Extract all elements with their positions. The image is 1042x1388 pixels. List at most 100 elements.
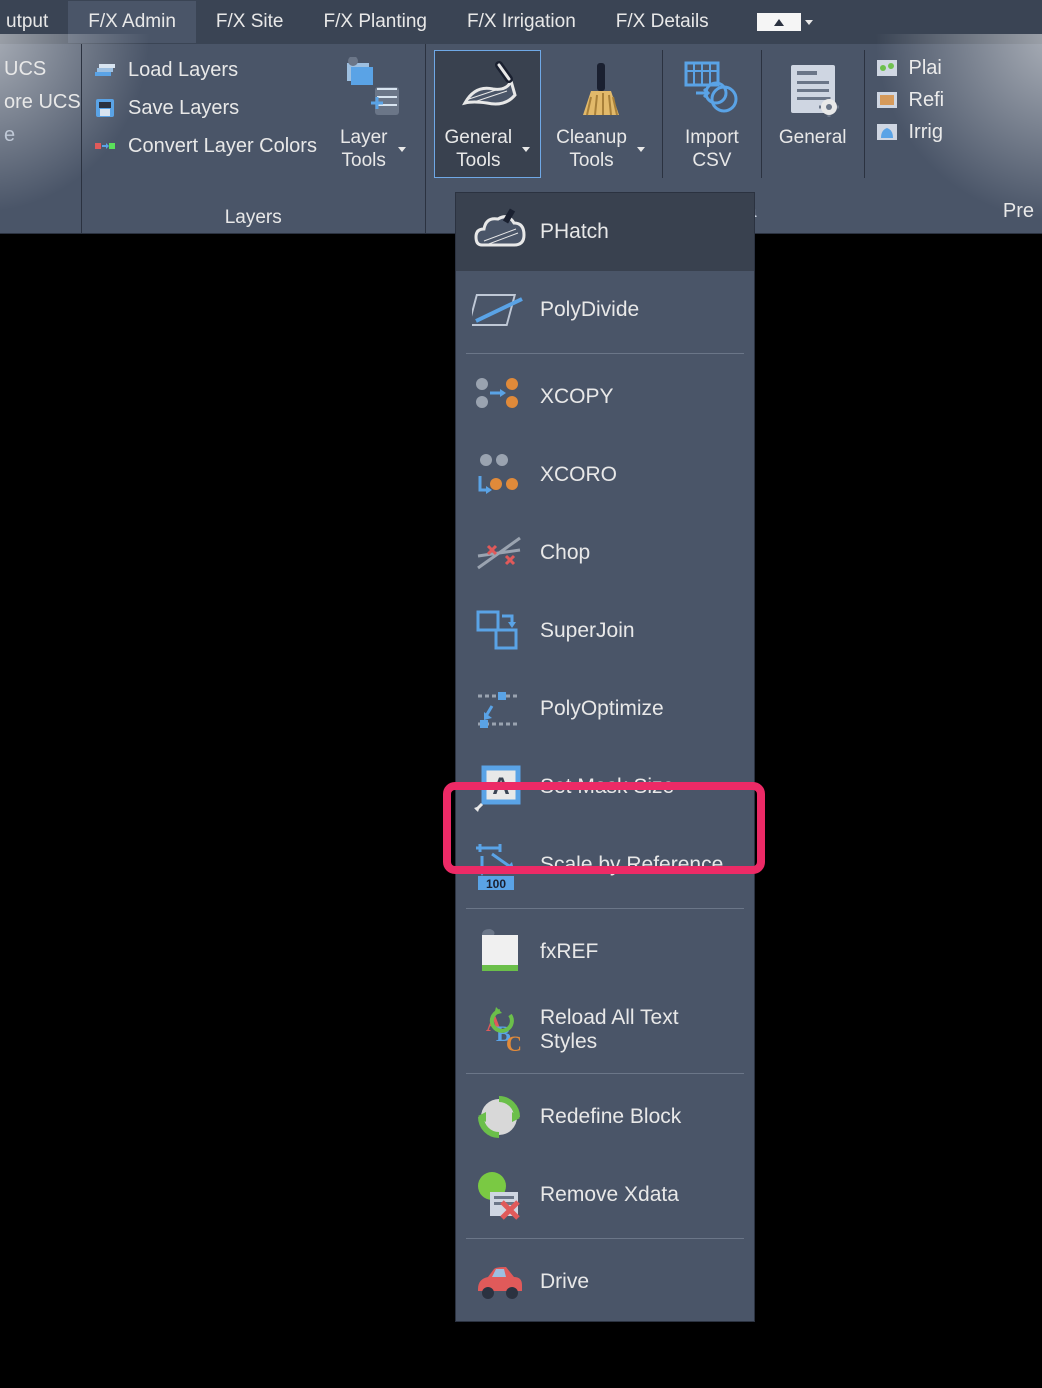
- menu-redefine-block-label: Redefine Block: [540, 1105, 681, 1129]
- menu-polydivide-label: PolyDivide: [540, 298, 639, 322]
- save-layers-icon: [92, 96, 118, 120]
- ref-label: Refi: [909, 89, 945, 112]
- redefine-block-icon: [472, 1090, 526, 1144]
- expand-pill[interactable]: [757, 13, 801, 31]
- general-button[interactable]: General: [768, 50, 858, 178]
- load-layers-label: Load Layers: [128, 59, 238, 82]
- import-csv-button[interactable]: ImportCSV: [669, 50, 755, 178]
- menu-xcopy-label: XCOPY: [540, 385, 614, 409]
- tab-fx-planting[interactable]: F/X Planting: [304, 1, 448, 43]
- menu-separator: [466, 353, 744, 354]
- chevron-down-icon: [637, 147, 645, 152]
- superjoin-icon: [472, 604, 526, 658]
- tab-fx-admin[interactable]: F/X Admin: [68, 1, 196, 43]
- fxref-icon: [472, 925, 526, 979]
- irrig-preset-button[interactable]: Irrig: [873, 120, 945, 144]
- menu-polyoptimize-label: PolyOptimize: [540, 697, 664, 721]
- menu-scale-by-reference-label: Scale by Reference: [540, 853, 723, 877]
- car-icon: [472, 1255, 526, 1309]
- tab-fx-site[interactable]: F/X Site: [196, 1, 304, 43]
- general-tools-icon: [455, 57, 519, 121]
- general-tools-line2: Tools: [456, 150, 500, 173]
- menu-reload-text-styles[interactable]: ABC Reload All Text Styles: [456, 991, 754, 1069]
- plan-icon: [873, 56, 901, 80]
- ucs-panel: UCS ore UCS e: [0, 44, 82, 233]
- ucs-item[interactable]: UCS: [4, 58, 73, 81]
- tab-fx-details[interactable]: F/X Details: [596, 1, 729, 43]
- svg-text:A: A: [492, 773, 509, 800]
- general-tools-line1: General: [445, 127, 513, 150]
- menu-set-mask-size-label: Set Mask Size: [540, 775, 674, 799]
- mask-icon: A: [472, 760, 526, 814]
- menu-polydivide[interactable]: PolyDivide: [456, 271, 754, 349]
- save-layers-button[interactable]: Save Layers: [92, 96, 317, 120]
- ref-preset-button[interactable]: Refi: [873, 88, 945, 112]
- ref-icon: [873, 88, 901, 112]
- svg-text:100: 100: [486, 877, 506, 891]
- menu-xcopy[interactable]: XCOPY: [456, 358, 754, 436]
- menu-fxref-label: fxREF: [540, 940, 598, 964]
- tab-strip: utput F/X Admin F/X Site F/X Planting F/…: [0, 0, 1042, 44]
- svg-text:C: C: [506, 1031, 522, 1056]
- import-csv-icon: [680, 57, 744, 121]
- reload-text-icon: ABC: [472, 1003, 526, 1057]
- import-csv-line2: CSV: [692, 150, 731, 173]
- menu-chop[interactable]: Chop: [456, 514, 754, 592]
- presets-panel-title: Pre: [1003, 200, 1034, 223]
- menu-scale-by-reference[interactable]: 100 Scale by Reference: [456, 826, 754, 904]
- layers-panel-title: Layers: [90, 201, 417, 229]
- load-layers-icon: [92, 58, 118, 82]
- menu-reload-text-styles-label: Reload All Text Styles: [540, 1006, 738, 1054]
- presets-panel: Plai Refi Irrig: [871, 50, 947, 178]
- menu-chop-label: Chop: [540, 541, 590, 565]
- plan-preset-button[interactable]: Plai: [873, 56, 945, 80]
- save-layers-label: Save Layers: [128, 97, 239, 120]
- chop-icon: [472, 526, 526, 580]
- menu-xcoro[interactable]: XCORO: [456, 436, 754, 514]
- scale-icon: 100: [472, 838, 526, 892]
- cleanup-tools-button[interactable]: CleanupTools: [545, 50, 656, 178]
- cleanup-tools-line2: Tools: [569, 150, 613, 173]
- general-tools-button[interactable]: GeneralTools: [434, 50, 542, 178]
- menu-phatch[interactable]: PHatch: [456, 193, 754, 271]
- menu-xcoro-label: XCORO: [540, 463, 617, 487]
- menu-separator: [466, 908, 744, 909]
- load-layers-button[interactable]: Load Layers: [92, 58, 317, 82]
- layer-tools-button[interactable]: LayerTools: [329, 50, 417, 178]
- tab-fx-irrigation[interactable]: F/X Irrigation: [447, 1, 596, 43]
- chevron-down-icon[interactable]: [805, 20, 813, 25]
- restore-ucs-item[interactable]: ore UCS: [4, 91, 73, 114]
- chevron-down-icon: [522, 147, 530, 152]
- menu-drive[interactable]: Drive: [456, 1243, 754, 1321]
- menu-remove-xdata[interactable]: Remove Xdata: [456, 1156, 754, 1234]
- irrig-icon: [873, 120, 901, 144]
- xcoro-icon: [472, 448, 526, 502]
- polyoptimize-icon: [472, 682, 526, 736]
- cleanup-tools-line1: Cleanup: [556, 127, 627, 150]
- menu-superjoin[interactable]: SuperJoin: [456, 592, 754, 670]
- cloud-icon: [472, 205, 526, 259]
- menu-fxref[interactable]: fxREF: [456, 913, 754, 991]
- plan-label: Plai: [909, 57, 942, 80]
- xcopy-icon: [472, 370, 526, 424]
- layer-tools-line1: Layer: [340, 127, 388, 150]
- menu-set-mask-size[interactable]: A Set Mask Size: [456, 748, 754, 826]
- menu-redefine-block[interactable]: Redefine Block: [456, 1078, 754, 1156]
- general-icon: [781, 57, 845, 121]
- cleanup-tools-icon: [569, 57, 633, 121]
- menu-polyoptimize[interactable]: PolyOptimize: [456, 670, 754, 748]
- menu-phatch-label: PHatch: [540, 220, 609, 244]
- irrig-label: Irrig: [909, 121, 943, 144]
- menu-separator: [466, 1238, 744, 1239]
- tab-output[interactable]: utput: [0, 1, 68, 43]
- ucs-unknown-item[interactable]: e: [4, 124, 73, 147]
- layer-tools-line2: Tools: [342, 150, 386, 173]
- menu-separator: [466, 1073, 744, 1074]
- menu-remove-xdata-label: Remove Xdata: [540, 1183, 679, 1207]
- convert-layer-colors-button[interactable]: Convert Layer Colors: [92, 134, 317, 158]
- polydivide-icon: [472, 283, 526, 337]
- menu-drive-label: Drive: [540, 1270, 589, 1294]
- import-csv-line1: Import: [685, 127, 739, 150]
- layers-panel: Load Layers Save Layers Convert Layer Co…: [82, 44, 426, 233]
- menu-superjoin-label: SuperJoin: [540, 619, 635, 643]
